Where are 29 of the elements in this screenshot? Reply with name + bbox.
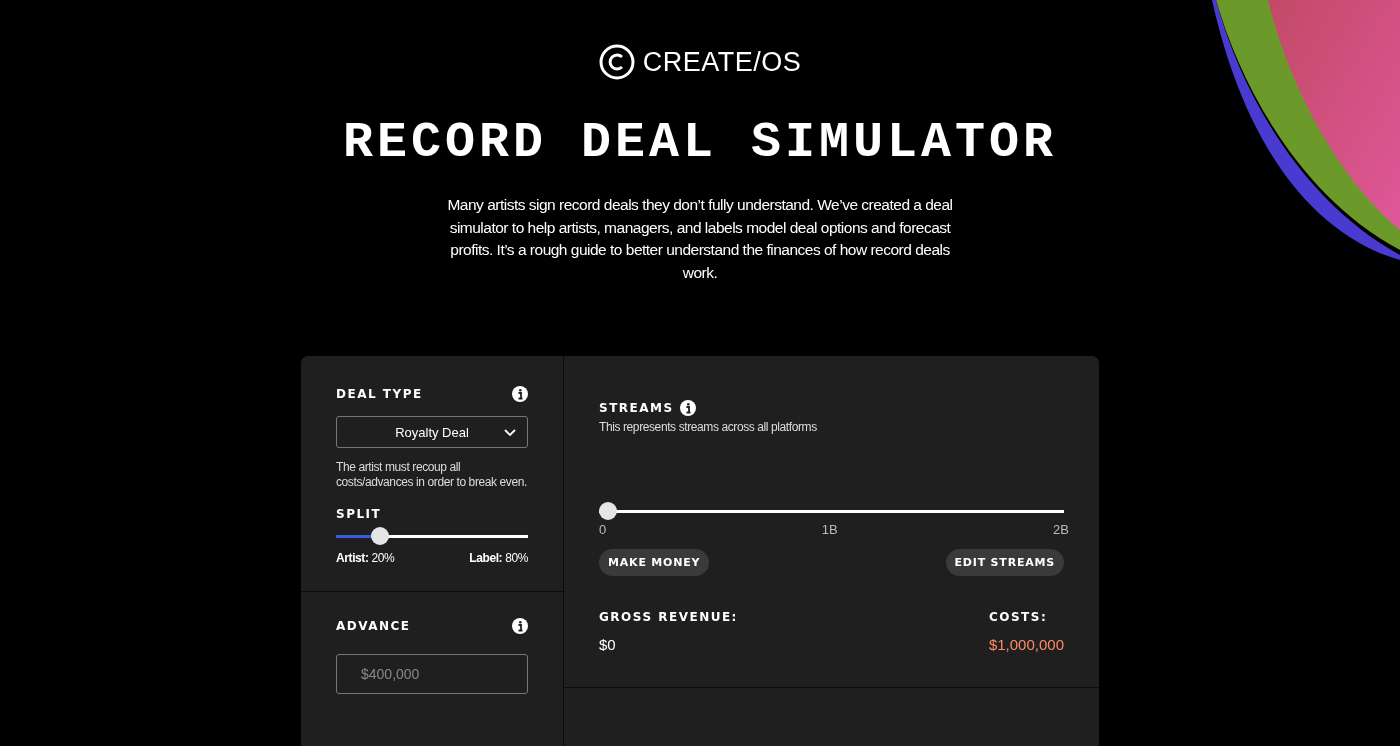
intro-paragraph: Many artists sign record deals they don’t fully understand. We’ve created a deal simulator to help artists, managers, and labels model deal options and forecast profits. It’s a rough guide to better understand the finances of how record deals work. <box>446 195 954 283</box>
slider-tick-label: 1B <box>821 522 838 537</box>
advance-label: ADVANCE <box>336 619 411 633</box>
streams-description: This represents streams across all platforms <box>599 420 818 434</box>
page-title: RECORD DEAL SIMULATOR <box>342 118 1058 168</box>
deal-type-description: The artist must recoup all costs/advances in order to break even. <box>336 460 528 489</box>
gross-revenue-value: $0 <box>599 636 617 653</box>
streams-slider-thumb[interactable] <box>599 502 617 520</box>
deal-type-dropdown[interactable]: Royalty Deal <box>336 416 528 448</box>
copyright-circle-icon <box>598 44 635 80</box>
costs-label: COSTS: <box>988 610 1049 624</box>
advance-input-field[interactable]: $400,000 <box>336 654 528 694</box>
streams-label: STREAMS <box>599 401 674 415</box>
slider-tick-label: 2B <box>1053 522 1069 537</box>
split-label: SPLIT <box>336 507 383 521</box>
info-icon[interactable] <box>512 386 528 402</box>
costs-value: $1,000,000 <box>988 636 1064 653</box>
info-icon[interactable] <box>679 400 696 416</box>
artist-share-text: Artist: 20% <box>336 551 395 565</box>
gross-revenue-label: GROSS REVENUE: <box>599 610 738 624</box>
slider-tick-label: 0 <box>599 522 607 537</box>
logo-text: CREATE/OS <box>642 46 802 78</box>
info-icon[interactable] <box>512 618 528 634</box>
chevron-down-icon <box>504 429 516 437</box>
split-slider-thumb[interactable] <box>370 527 389 545</box>
deal-type-label: DEAL TYPE <box>336 387 423 401</box>
label-share-text: Label: 80% <box>469 551 528 565</box>
make-money-button[interactable]: MAKE MONEY <box>599 549 710 576</box>
edit-streams-button[interactable]: EDIT STREAMS <box>945 549 1064 576</box>
